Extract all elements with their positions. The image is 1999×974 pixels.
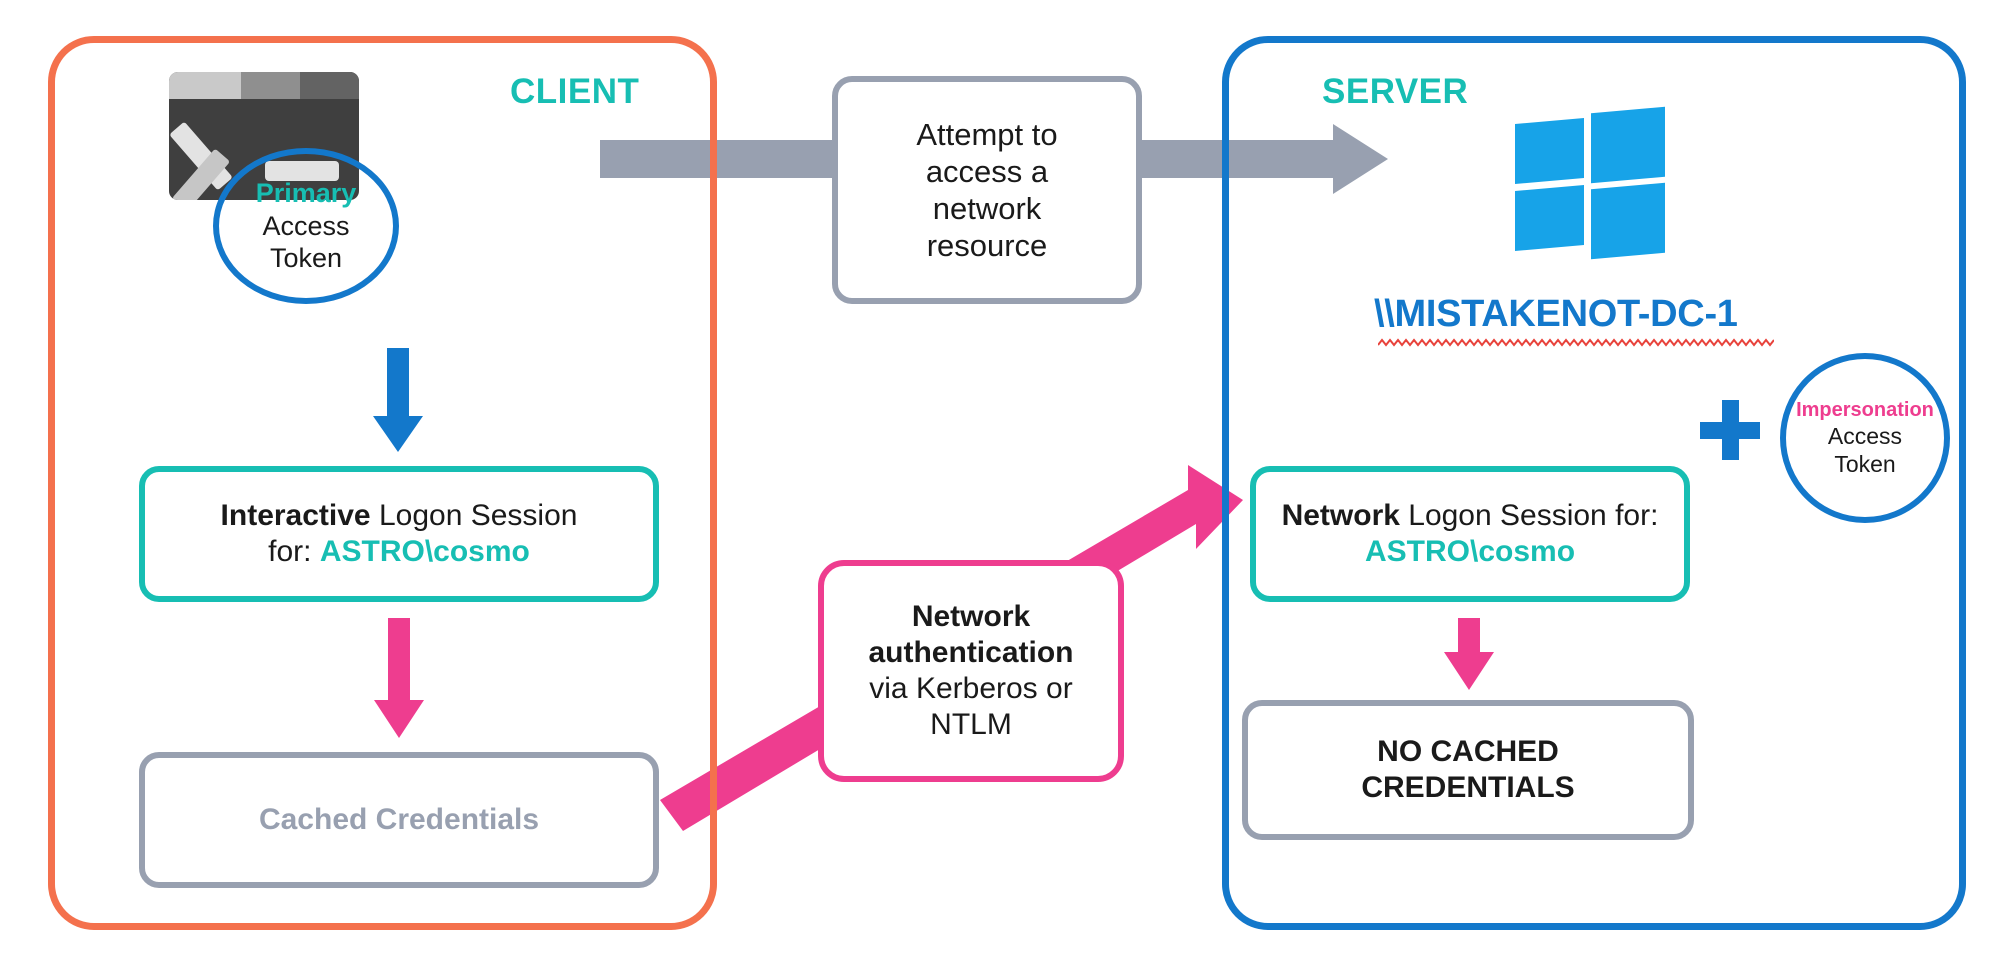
no-cached-credentials-box: NO CACHED CREDENTIALS xyxy=(1242,700,1694,840)
interactive-session-text: Logon Session xyxy=(370,499,578,532)
auth-bold-line2: authentication xyxy=(868,636,1074,669)
plus-icon xyxy=(1700,400,1760,460)
client-panel-title: CLIENT xyxy=(510,72,640,111)
attempt-access-callout: Attempt to access a network resource xyxy=(832,76,1142,304)
primary-token-line2: Access xyxy=(262,210,350,241)
server-panel-title: SERVER xyxy=(1322,72,1469,111)
cached-credentials-box: Cached Credentials xyxy=(139,752,659,888)
attempt-line3: network xyxy=(932,191,1042,226)
primary-access-token: Primary Access Token xyxy=(213,148,399,304)
interactive-for-label: for: xyxy=(268,535,320,568)
terminal-titlebar xyxy=(169,72,359,99)
network-session-text: Logon Session for: xyxy=(1399,499,1659,532)
diagram-canvas: CLIENT Primary Access Token Interactive … xyxy=(0,0,1999,974)
auth-bold-line1: Network xyxy=(911,600,1031,633)
auth-line4: NTLM xyxy=(930,708,1012,741)
impersonation-token-kind: Impersonation xyxy=(1796,398,1934,421)
auth-line3: via Kerberos or xyxy=(869,672,1073,705)
no-cached-line1: NO CACHED xyxy=(1377,735,1559,768)
attempt-line1: Attempt to xyxy=(916,116,1058,152)
network-session-line1: Network Logon Session for: xyxy=(1282,498,1659,534)
network-authentication-callout: Network authentication via Kerberos or N… xyxy=(818,560,1124,782)
interactive-logon-session-box: Interactive Logon Session for: ASTRO\cos… xyxy=(139,466,659,602)
primary-token-kind: Primary xyxy=(255,177,357,208)
interactive-session-line2: for: ASTRO\cosmo xyxy=(221,534,578,570)
network-bold-prefix: Network xyxy=(1281,499,1400,532)
interactive-session-line1: Interactive Logon Session xyxy=(221,498,578,534)
interactive-user: ASTRO\cosmo xyxy=(319,535,530,568)
no-cached-line2: CREDENTIALS xyxy=(1361,771,1575,804)
impersonation-token-line3: Token xyxy=(1834,451,1896,478)
windows-logo-icon xyxy=(1515,106,1665,260)
network-session-user: ASTRO\cosmo xyxy=(1364,535,1576,568)
impersonation-token-line2: Access xyxy=(1827,423,1903,450)
spellcheck-squiggle-underline xyxy=(1378,338,1774,347)
attempt-line2: access a xyxy=(925,153,1049,189)
server-hostname: \\MISTAKENOT-DC-1 xyxy=(1374,293,1738,335)
attempt-line4: resource xyxy=(926,228,1048,264)
primary-token-line3: Token xyxy=(269,243,343,274)
impersonation-access-token: Impersonation Access Token xyxy=(1780,353,1950,523)
interactive-bold-prefix: Interactive xyxy=(220,499,371,532)
network-logon-session-box: Network Logon Session for: ASTRO\cosmo xyxy=(1250,466,1690,602)
cached-credentials-label: Cached Credentials xyxy=(258,803,540,836)
